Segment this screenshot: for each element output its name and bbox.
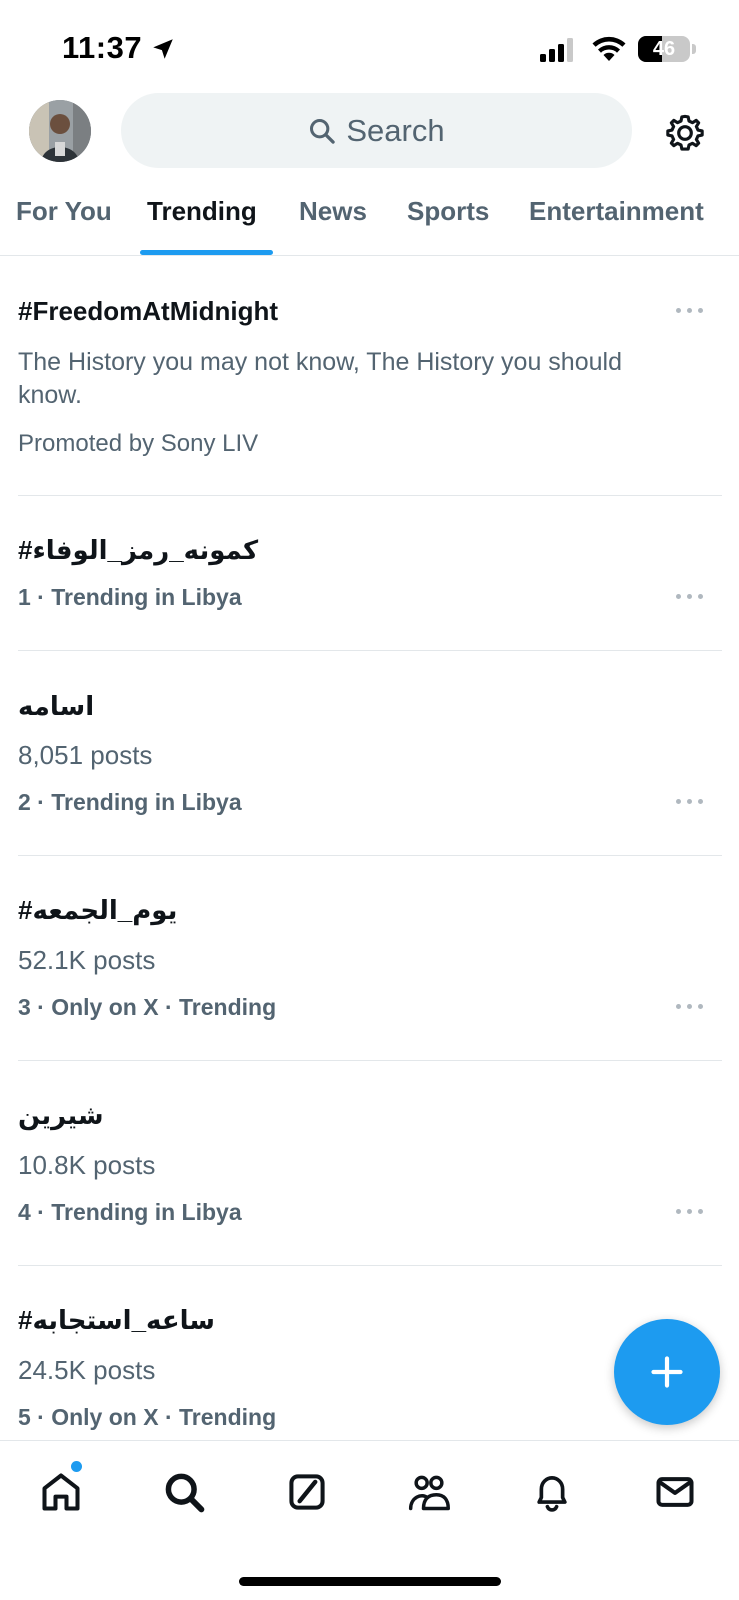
bell-icon [537,1476,567,1512]
nav-notifications[interactable] [527,1467,577,1517]
home-icon [42,1473,80,1511]
location-arrow-icon [153,39,173,59]
status-bar: 11:37 46 [0,0,739,96]
home-indicator [239,1577,501,1586]
trend-meta: 5 · Only on X · Trending [18,1404,277,1430]
battery-percentage: 46 [652,38,676,60]
tab-entertainment[interactable]: Entertainment [529,196,704,227]
trend-meta: 2 · Trending in Libya [18,789,242,815]
search-placeholder: Search [346,112,445,148]
wifi-icon [592,36,626,61]
trend-post-count: 8,051 posts [18,740,153,770]
bottom-nav [0,1440,739,1600]
trend-title: #يوم_الجمعه [18,895,178,925]
list-item[interactable]: #كمونه_رمز_الوفاء 1 · Trending in Libya [0,496,739,651]
list-item[interactable]: شيرين 10.8K posts 4 · Trending in Libya [0,1061,739,1266]
tab-news[interactable]: News [299,196,367,227]
more-options-icon[interactable] [676,1002,706,1012]
trend-title: اسامه [18,691,95,721]
plus-icon [651,1356,683,1388]
avatar-photo [29,100,91,162]
list-item[interactable]: #يوم_الجمعه 52.1K posts 3 · Only on X · … [0,856,739,1061]
notification-dot [71,1461,82,1472]
more-options-icon[interactable] [676,306,706,316]
promoted-by-label: Promoted by Sony LIV [18,430,259,457]
trend-title: #كمونه_رمز_الوفاء [18,535,259,565]
battery-terminal [692,44,696,54]
trend-post-count: 10.8K posts [18,1150,156,1180]
gear-icon[interactable] [664,112,706,154]
list-item[interactable]: اسامه 8,051 posts 2 · Trending in Libya [0,651,739,856]
battery-icon: 46 [638,36,690,62]
profile-avatar[interactable] [29,100,91,162]
nav-search[interactable] [159,1467,209,1517]
search-icon [165,1473,205,1513]
tab-trending[interactable]: Trending [147,196,257,227]
nav-communities[interactable] [404,1467,454,1517]
tab-for-you[interactable]: For You [16,196,112,227]
trend-title: #ساعه_استجابه [18,1305,215,1335]
mail-icon [656,1477,694,1507]
search-icon [310,118,336,144]
nav-messages[interactable] [650,1467,700,1517]
more-options-icon[interactable] [676,1207,706,1217]
trend-meta: 1 · Trending in Libya [18,584,242,610]
promoted-trend[interactable]: #FreedomAtMidnight The History you may n… [0,256,739,496]
promoted-description: The History you may not know, The Histor… [18,348,622,409]
nav-home[interactable] [36,1467,86,1517]
tab-sports[interactable]: Sports [407,196,489,227]
more-options-icon[interactable] [676,797,706,807]
nav-grok[interactable] [282,1467,332,1517]
explore-tabs: For You Trending News Sports Entertainme… [0,178,739,256]
promoted-title: #FreedomAtMidnight [18,296,278,326]
signal-icon [540,38,573,62]
trend-post-count: 52.1K posts [18,945,156,975]
status-time: 11:37 [62,30,143,65]
trend-meta: 3 · Only on X · Trending [18,994,277,1020]
trend-meta: 4 · Trending in Libya [18,1199,242,1225]
grok-icon [289,1474,325,1510]
compose-post-button[interactable] [614,1319,720,1425]
more-options-icon[interactable] [676,592,706,602]
active-tab-indicator [140,250,273,255]
trend-title: شيرين [18,1100,104,1130]
search-input[interactable]: Search [121,93,632,168]
communities-icon [408,1475,450,1511]
trend-post-count: 24.5K posts [18,1355,156,1385]
